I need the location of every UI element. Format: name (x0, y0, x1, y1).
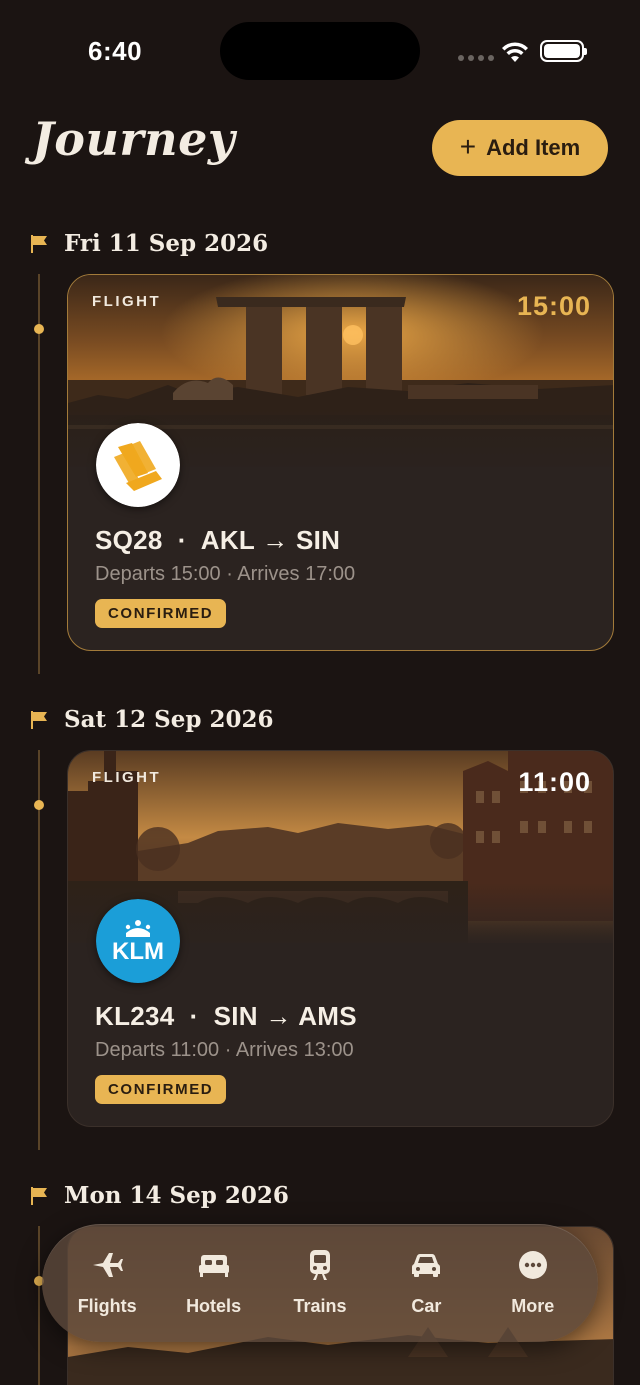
flight-title: KL234 · SIN → AMS (95, 1001, 357, 1031)
page-title: Journey (32, 112, 236, 166)
svg-text:KLM: KLM (112, 938, 164, 965)
add-item-label: Add Item (486, 135, 581, 160)
flight-times: Departs 15:00 · Arrives 17:00 (95, 563, 356, 585)
day-header: Mon 14 Sep 2026 (30, 1182, 289, 1209)
timeline-line (38, 750, 40, 1150)
card-type-label: FLIGHT (92, 293, 162, 310)
flight-card[interactable]: FLIGHT 15:00 SQ28 · AKL → SIN Departs 15… (67, 274, 614, 651)
airplane-icon (90, 1250, 124, 1280)
klm-logo: KLM (96, 899, 180, 983)
more-icon (516, 1250, 550, 1280)
status-time: 6:40 (88, 36, 143, 66)
day-label: Mon 14 Sep 2026 (64, 1182, 289, 1209)
status-badge: CONFIRMED (95, 599, 227, 628)
card-time: 11:00 (518, 767, 591, 797)
tab-label: Flights (77, 1295, 137, 1316)
singapore-airlines-logo (96, 423, 180, 507)
card-time: 15:00 (516, 291, 591, 321)
day-header: Fri 11 Sep 2026 (30, 230, 268, 257)
tab-label: Trains (293, 1295, 347, 1316)
timeline-dot (34, 324, 44, 334)
flag-icon (30, 234, 48, 254)
battery-icon (540, 40, 587, 62)
wifi-icon (500, 38, 530, 64)
day-label: Fri 11 Sep 2026 (64, 230, 269, 257)
tab-bar: Flights Hotels Trains Car More (42, 1224, 598, 1342)
day-label: Sat 12 Sep 2026 (64, 706, 274, 733)
tab-trains[interactable]: Trains (272, 1249, 368, 1317)
tab-flights[interactable]: Flights (59, 1250, 155, 1317)
timeline-line (38, 274, 40, 674)
add-item-button[interactable]: + Add Item (432, 120, 608, 176)
card-type-label: FLIGHT (92, 769, 162, 786)
flight-card[interactable]: FLIGHT 11:00 KLM KL234 · SIN → AMS Depar… (67, 750, 614, 1127)
status-badge: CONFIRMED (95, 1075, 227, 1104)
status-bar: 6:40 (0, 0, 640, 100)
timeline-line (38, 1226, 40, 1385)
flag-icon (30, 1186, 48, 1206)
car-icon (409, 1250, 443, 1280)
day-header: Sat 12 Sep 2026 (30, 706, 274, 733)
plus-icon: + (459, 130, 477, 162)
dynamic-island (220, 22, 420, 80)
tab-hotels[interactable]: Hotels (166, 1250, 262, 1317)
flight-title: SQ28 · AKL → SIN (95, 525, 341, 555)
flight-times: Departs 11:00 · Arrives 13:00 (95, 1039, 354, 1061)
cellular-signal-icon (458, 55, 494, 61)
timeline-dot (34, 800, 44, 810)
tab-label: Car (411, 1295, 442, 1316)
flag-icon (30, 710, 48, 730)
tab-more[interactable]: More (485, 1250, 581, 1317)
tab-car[interactable]: Car (378, 1250, 474, 1317)
bed-icon (197, 1250, 231, 1280)
tab-label: More (511, 1295, 555, 1316)
train-icon (303, 1249, 337, 1280)
tab-label: Hotels (186, 1295, 242, 1316)
